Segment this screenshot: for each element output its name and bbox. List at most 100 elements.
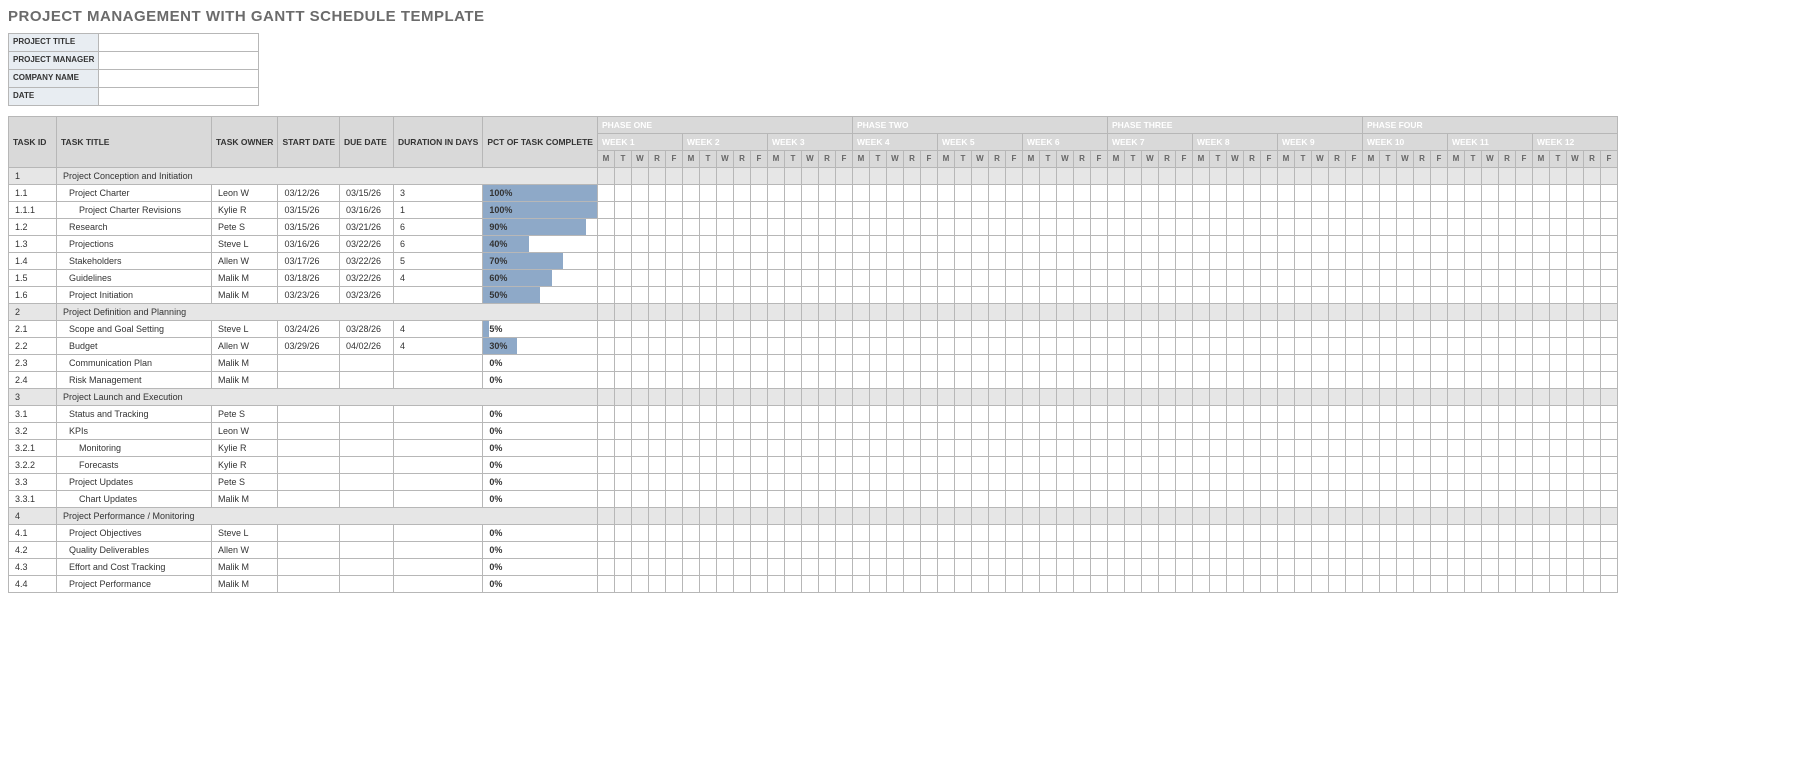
gantt-cell[interactable]: [1158, 440, 1175, 457]
gantt-cell[interactable]: [1192, 372, 1209, 389]
gantt-cell[interactable]: [1481, 236, 1498, 253]
gantt-cell[interactable]: [1515, 338, 1532, 355]
gantt-cell[interactable]: [937, 202, 954, 219]
gantt-cell[interactable]: [750, 491, 767, 508]
gantt-cell[interactable]: [1175, 253, 1192, 270]
task-id-cell[interactable]: 3.3: [9, 474, 57, 491]
pct-complete-cell[interactable]: 30%: [483, 338, 598, 355]
gantt-cell[interactable]: [903, 440, 920, 457]
gantt-cell[interactable]: [1158, 185, 1175, 202]
gantt-cell[interactable]: [1107, 474, 1124, 491]
gantt-cell[interactable]: [1532, 185, 1549, 202]
task-title-cell[interactable]: Guidelines: [57, 270, 212, 287]
gantt-cell[interactable]: [1107, 219, 1124, 236]
gantt-cell[interactable]: [1566, 423, 1583, 440]
pct-complete-cell[interactable]: 100%: [483, 185, 598, 202]
gantt-cell[interactable]: [1566, 338, 1583, 355]
gantt-cell[interactable]: [1430, 474, 1447, 491]
gantt-cell[interactable]: [1039, 440, 1056, 457]
gantt-cell[interactable]: [1294, 236, 1311, 253]
meta-value-date[interactable]: [99, 88, 259, 106]
gantt-cell[interactable]: [920, 287, 937, 304]
gantt-cell[interactable]: [920, 338, 937, 355]
gantt-cell[interactable]: [1464, 185, 1481, 202]
gantt-cell[interactable]: [716, 542, 733, 559]
gantt-cell[interactable]: [1277, 236, 1294, 253]
task-owner-cell[interactable]: Steve L: [212, 236, 278, 253]
gantt-cell[interactable]: [920, 406, 937, 423]
gantt-cell[interactable]: [886, 321, 903, 338]
gantt-cell[interactable]: [1260, 202, 1277, 219]
gantt-cell[interactable]: [1583, 525, 1600, 542]
gantt-cell[interactable]: [1141, 270, 1158, 287]
gantt-cell[interactable]: [988, 338, 1005, 355]
gantt-cell[interactable]: [1243, 355, 1260, 372]
gantt-cell[interactable]: [648, 406, 665, 423]
gantt-cell[interactable]: [1532, 406, 1549, 423]
gantt-cell[interactable]: [1328, 253, 1345, 270]
gantt-cell[interactable]: [1600, 406, 1617, 423]
gantt-cell[interactable]: [1549, 219, 1566, 236]
gantt-cell[interactable]: [1515, 525, 1532, 542]
gantt-cell[interactable]: [631, 440, 648, 457]
gantt-cell[interactable]: [1413, 525, 1430, 542]
gantt-cell[interactable]: [1277, 253, 1294, 270]
gantt-cell[interactable]: [682, 219, 699, 236]
gantt-cell[interactable]: [750, 372, 767, 389]
gantt-cell[interactable]: [767, 440, 784, 457]
gantt-cell[interactable]: [1073, 236, 1090, 253]
gantt-cell[interactable]: [835, 185, 852, 202]
gantt-cell[interactable]: [750, 457, 767, 474]
gantt-cell[interactable]: [1328, 457, 1345, 474]
gantt-cell[interactable]: [1430, 287, 1447, 304]
gantt-cell[interactable]: [1107, 321, 1124, 338]
gantt-cell[interactable]: [1022, 542, 1039, 559]
gantt-cell[interactable]: [1226, 338, 1243, 355]
gantt-cell[interactable]: [1260, 219, 1277, 236]
gantt-cell[interactable]: [1277, 202, 1294, 219]
gantt-cell[interactable]: [1515, 542, 1532, 559]
gantt-cell[interactable]: [1005, 457, 1022, 474]
gantt-cell[interactable]: [1294, 542, 1311, 559]
gantt-cell[interactable]: [1464, 338, 1481, 355]
gantt-cell[interactable]: [1005, 576, 1022, 593]
gantt-cell[interactable]: [869, 202, 886, 219]
task-id-cell[interactable]: 3.1: [9, 406, 57, 423]
gantt-cell[interactable]: [903, 474, 920, 491]
gantt-cell[interactable]: [937, 338, 954, 355]
gantt-cell[interactable]: [1192, 423, 1209, 440]
gantt-cell[interactable]: [869, 253, 886, 270]
gantt-cell[interactable]: [1073, 253, 1090, 270]
gantt-cell[interactable]: [1583, 270, 1600, 287]
gantt-cell[interactable]: [1175, 202, 1192, 219]
gantt-cell[interactable]: [665, 423, 682, 440]
pct-complete-cell[interactable]: 60%: [483, 270, 598, 287]
gantt-cell[interactable]: [1056, 491, 1073, 508]
gantt-cell[interactable]: [1430, 355, 1447, 372]
gantt-cell[interactable]: [920, 372, 937, 389]
gantt-cell[interactable]: [1090, 202, 1107, 219]
pct-complete-cell[interactable]: 0%: [483, 440, 598, 457]
gantt-cell[interactable]: [1345, 542, 1362, 559]
gantt-cell[interactable]: [1192, 321, 1209, 338]
gantt-cell[interactable]: [1464, 287, 1481, 304]
gantt-cell[interactable]: [1379, 355, 1396, 372]
task-title-cell[interactable]: Projections: [57, 236, 212, 253]
gantt-cell[interactable]: [835, 287, 852, 304]
gantt-cell[interactable]: [1532, 491, 1549, 508]
pct-complete-cell[interactable]: 0%: [483, 474, 598, 491]
gantt-cell[interactable]: [682, 542, 699, 559]
gantt-cell[interactable]: [1413, 423, 1430, 440]
gantt-cell[interactable]: [903, 576, 920, 593]
gantt-cell[interactable]: [1328, 236, 1345, 253]
gantt-cell[interactable]: [1481, 321, 1498, 338]
gantt-cell[interactable]: [1209, 457, 1226, 474]
gantt-cell[interactable]: [869, 219, 886, 236]
gantt-cell[interactable]: [1430, 270, 1447, 287]
duration-cell[interactable]: [394, 440, 483, 457]
gantt-cell[interactable]: [1090, 576, 1107, 593]
pct-complete-cell[interactable]: 100%: [483, 202, 598, 219]
gantt-cell[interactable]: [1345, 406, 1362, 423]
gantt-cell[interactable]: [818, 525, 835, 542]
task-owner-cell[interactable]: Allen W: [212, 542, 278, 559]
